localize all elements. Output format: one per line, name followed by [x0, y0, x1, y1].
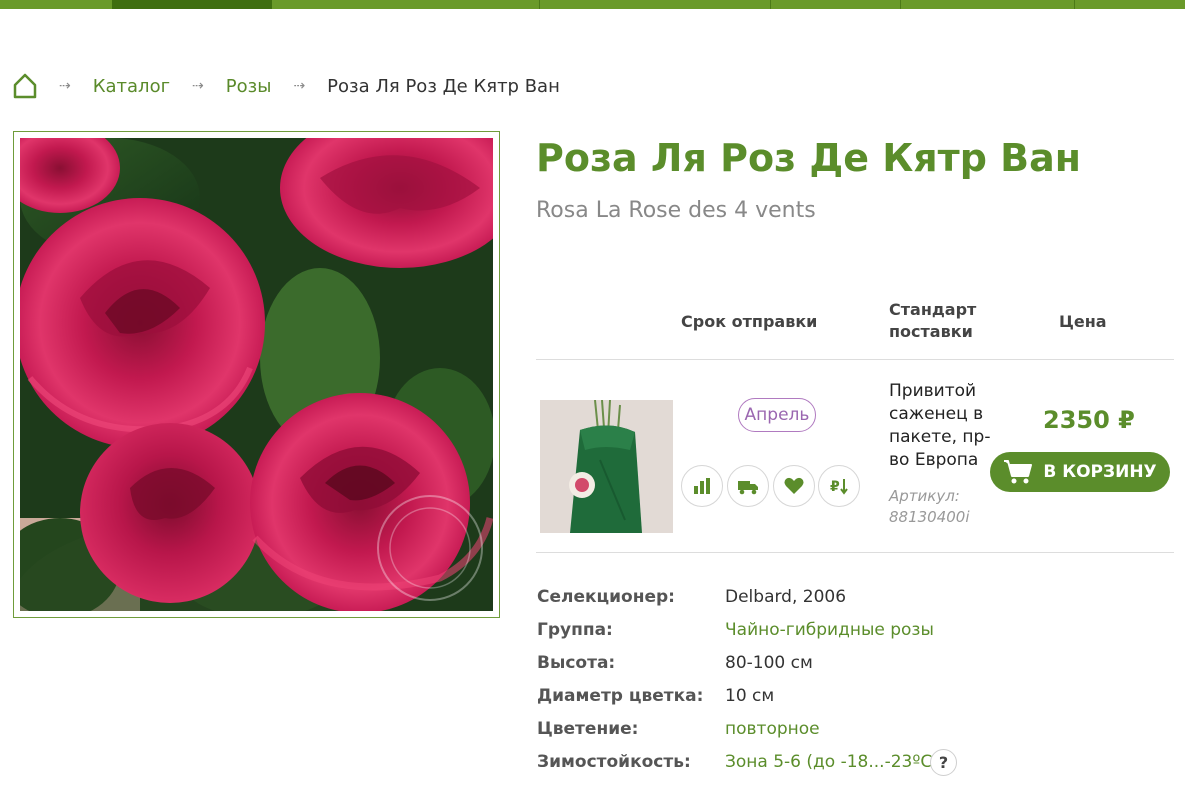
top-nav-active-tab[interactable]: [112, 0, 272, 9]
breadcrumb-separator: ⇢: [192, 78, 204, 94]
price-sort-icon: ₽: [830, 479, 848, 495]
compare-button[interactable]: [681, 465, 723, 507]
svg-text:₽: ₽: [830, 479, 840, 495]
spec-label-blooming: Цветение:: [537, 719, 639, 739]
spec-label-breeder: Селекционер:: [537, 587, 675, 607]
top-nav-bar: [0, 0, 1185, 9]
spec-value-breeder: Delbard, 2006: [725, 587, 847, 607]
top-nav-divider: [770, 0, 771, 9]
delivery-standard-text: Привитой саженец в пакете, пр-во Европа: [889, 381, 991, 470]
top-nav-divider: [1074, 0, 1075, 9]
delivery-truck-icon: [738, 481, 758, 495]
shopping-cart-icon: [1004, 460, 1033, 484]
spec-label-hardiness: Зимостойкость:: [537, 752, 691, 772]
spec-label-height: Высота:: [537, 653, 616, 673]
spec-value-blooming-link[interactable]: повторное: [725, 719, 820, 739]
spec-value-height: 80-100 см: [725, 653, 813, 673]
spec-label-group: Группа:: [537, 620, 613, 640]
add-to-cart-label: В КОРЗИНУ: [1043, 462, 1157, 482]
table-divider: [536, 552, 1174, 553]
price-sort-button[interactable]: ₽: [818, 465, 860, 507]
price-value: 2350 ₽: [1043, 406, 1135, 434]
breadcrumb-separator: ⇢: [59, 78, 71, 94]
rose-photo: [20, 138, 493, 611]
product-title: Роза Ля Роз Де Кятр Ван: [536, 136, 1081, 180]
breadcrumb-separator: ⇢: [293, 78, 305, 94]
delivery-button[interactable]: [727, 465, 769, 507]
favorite-button[interactable]: [773, 465, 815, 507]
ship-month-badge: Апрель: [738, 398, 816, 432]
breadcrumb-current: Роза Ля Роз Де Кятр Ван: [327, 75, 560, 97]
top-nav-divider: [539, 0, 540, 9]
table-divider: [536, 359, 1174, 360]
breadcrumb-catalog-link[interactable]: Каталог: [93, 76, 170, 97]
hardiness-help-button[interactable]: ?: [930, 749, 957, 776]
column-header-delivery-standard: Стандарт поставки: [889, 300, 977, 341]
compare-chart-icon: [694, 478, 710, 494]
seedling-thumbnail[interactable]: [540, 400, 673, 533]
spec-value-flower-diameter: 10 см: [725, 686, 775, 706]
product-main-photo[interactable]: [13, 131, 500, 618]
breadcrumb-roses-link[interactable]: Розы: [226, 76, 272, 97]
favorite-heart-icon: [784, 477, 804, 494]
sku-text: Артикул: 88130400i: [889, 487, 970, 526]
column-header-price: Цена: [1059, 312, 1107, 331]
add-to-cart-button[interactable]: В КОРЗИНУ: [990, 452, 1170, 492]
spec-label-flower-diameter: Диаметр цветка:: [537, 686, 704, 706]
home-icon[interactable]: [13, 73, 37, 99]
column-header-ship-date: Срок отправки: [681, 312, 818, 331]
breadcrumb: ⇢ Каталог ⇢ Розы ⇢ Роза Ля Роз Де Кятр В…: [13, 68, 560, 104]
top-nav-divider: [900, 0, 901, 9]
product-latin-name: Rosa La Rose des 4 vents: [536, 198, 816, 223]
spec-value-group-link[interactable]: Чайно-гибридные розы: [725, 620, 934, 640]
spec-value-hardiness-link[interactable]: Зона 5-6 (до -18...-23ºC): [725, 752, 939, 772]
